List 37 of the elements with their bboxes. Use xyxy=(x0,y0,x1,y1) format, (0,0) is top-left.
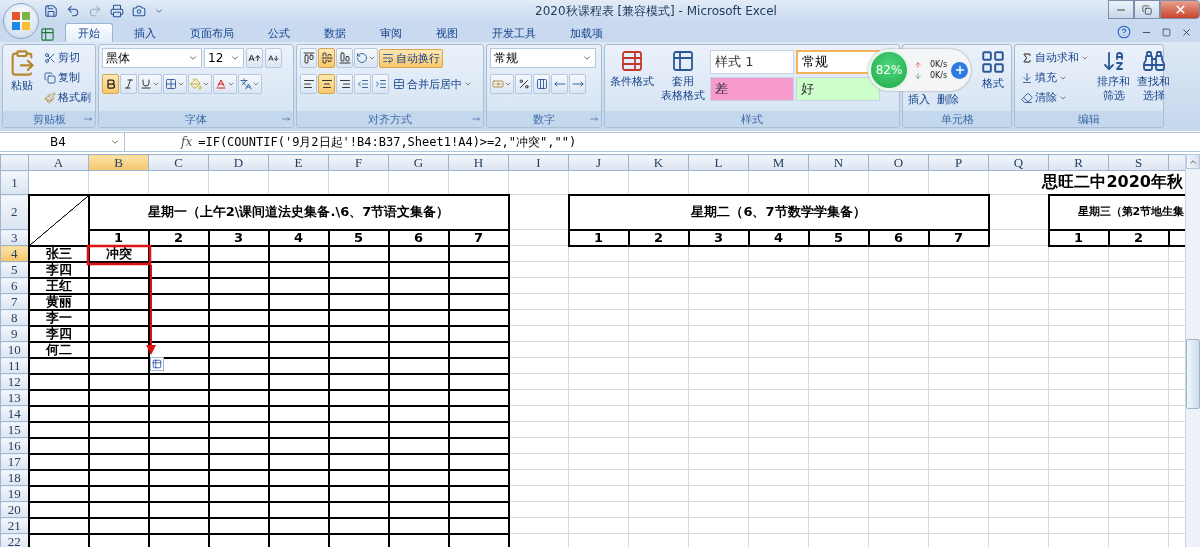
group-label: 字体 xyxy=(185,111,207,127)
download-speed: 0K/s xyxy=(930,71,948,80)
student-name: 何二 xyxy=(28,341,89,358)
period-number: 1 xyxy=(568,229,629,246)
group-label: 样式 xyxy=(741,111,763,127)
student-name: 黄丽 xyxy=(28,293,89,310)
table-cell: 冲突 xyxy=(88,245,149,262)
period-number: 4 xyxy=(748,229,809,246)
period-number: 1 xyxy=(1048,229,1109,246)
period-number: 2 xyxy=(1108,229,1169,246)
day-header: 星期一（上午2\课间道法史集备.\6、7节语文集备） xyxy=(88,194,509,230)
period-number: 2 xyxy=(148,229,209,246)
period-number: 4 xyxy=(268,229,329,246)
period-number: 7 xyxy=(448,229,509,246)
student-name: 李一 xyxy=(28,309,89,326)
day-header: 星期二（6、7节数学学集备） xyxy=(568,194,989,230)
group-label: 数字 xyxy=(533,111,555,127)
day-header: 星期三（第2节地生集 xyxy=(1048,194,1185,230)
student-name: 李四 xyxy=(28,325,89,342)
period-number: 6 xyxy=(868,229,929,246)
group-label: 对齐方式 xyxy=(368,111,412,127)
upload-speed: 0K/s xyxy=(930,60,948,69)
group-label: 单元格 xyxy=(940,111,974,127)
period-number: 6 xyxy=(388,229,449,246)
student-name: 王红 xyxy=(28,277,89,294)
student-name: 张三 xyxy=(28,245,89,262)
period-number: 5 xyxy=(808,229,869,246)
period-number: 3 xyxy=(688,229,749,246)
period-number: 5 xyxy=(328,229,389,246)
period-number: 3 xyxy=(208,229,269,246)
period-number: 2 xyxy=(628,229,689,246)
period-number: 7 xyxy=(928,229,989,246)
group-label: 编辑 xyxy=(1078,111,1100,127)
usage-gauge: 82% xyxy=(868,49,910,91)
group-label: 剪贴板 xyxy=(32,111,66,127)
student-name: 李四 xyxy=(28,261,89,278)
window-title: 2020秋课程表 [兼容模式] - Microsoft Excel xyxy=(534,2,778,20)
